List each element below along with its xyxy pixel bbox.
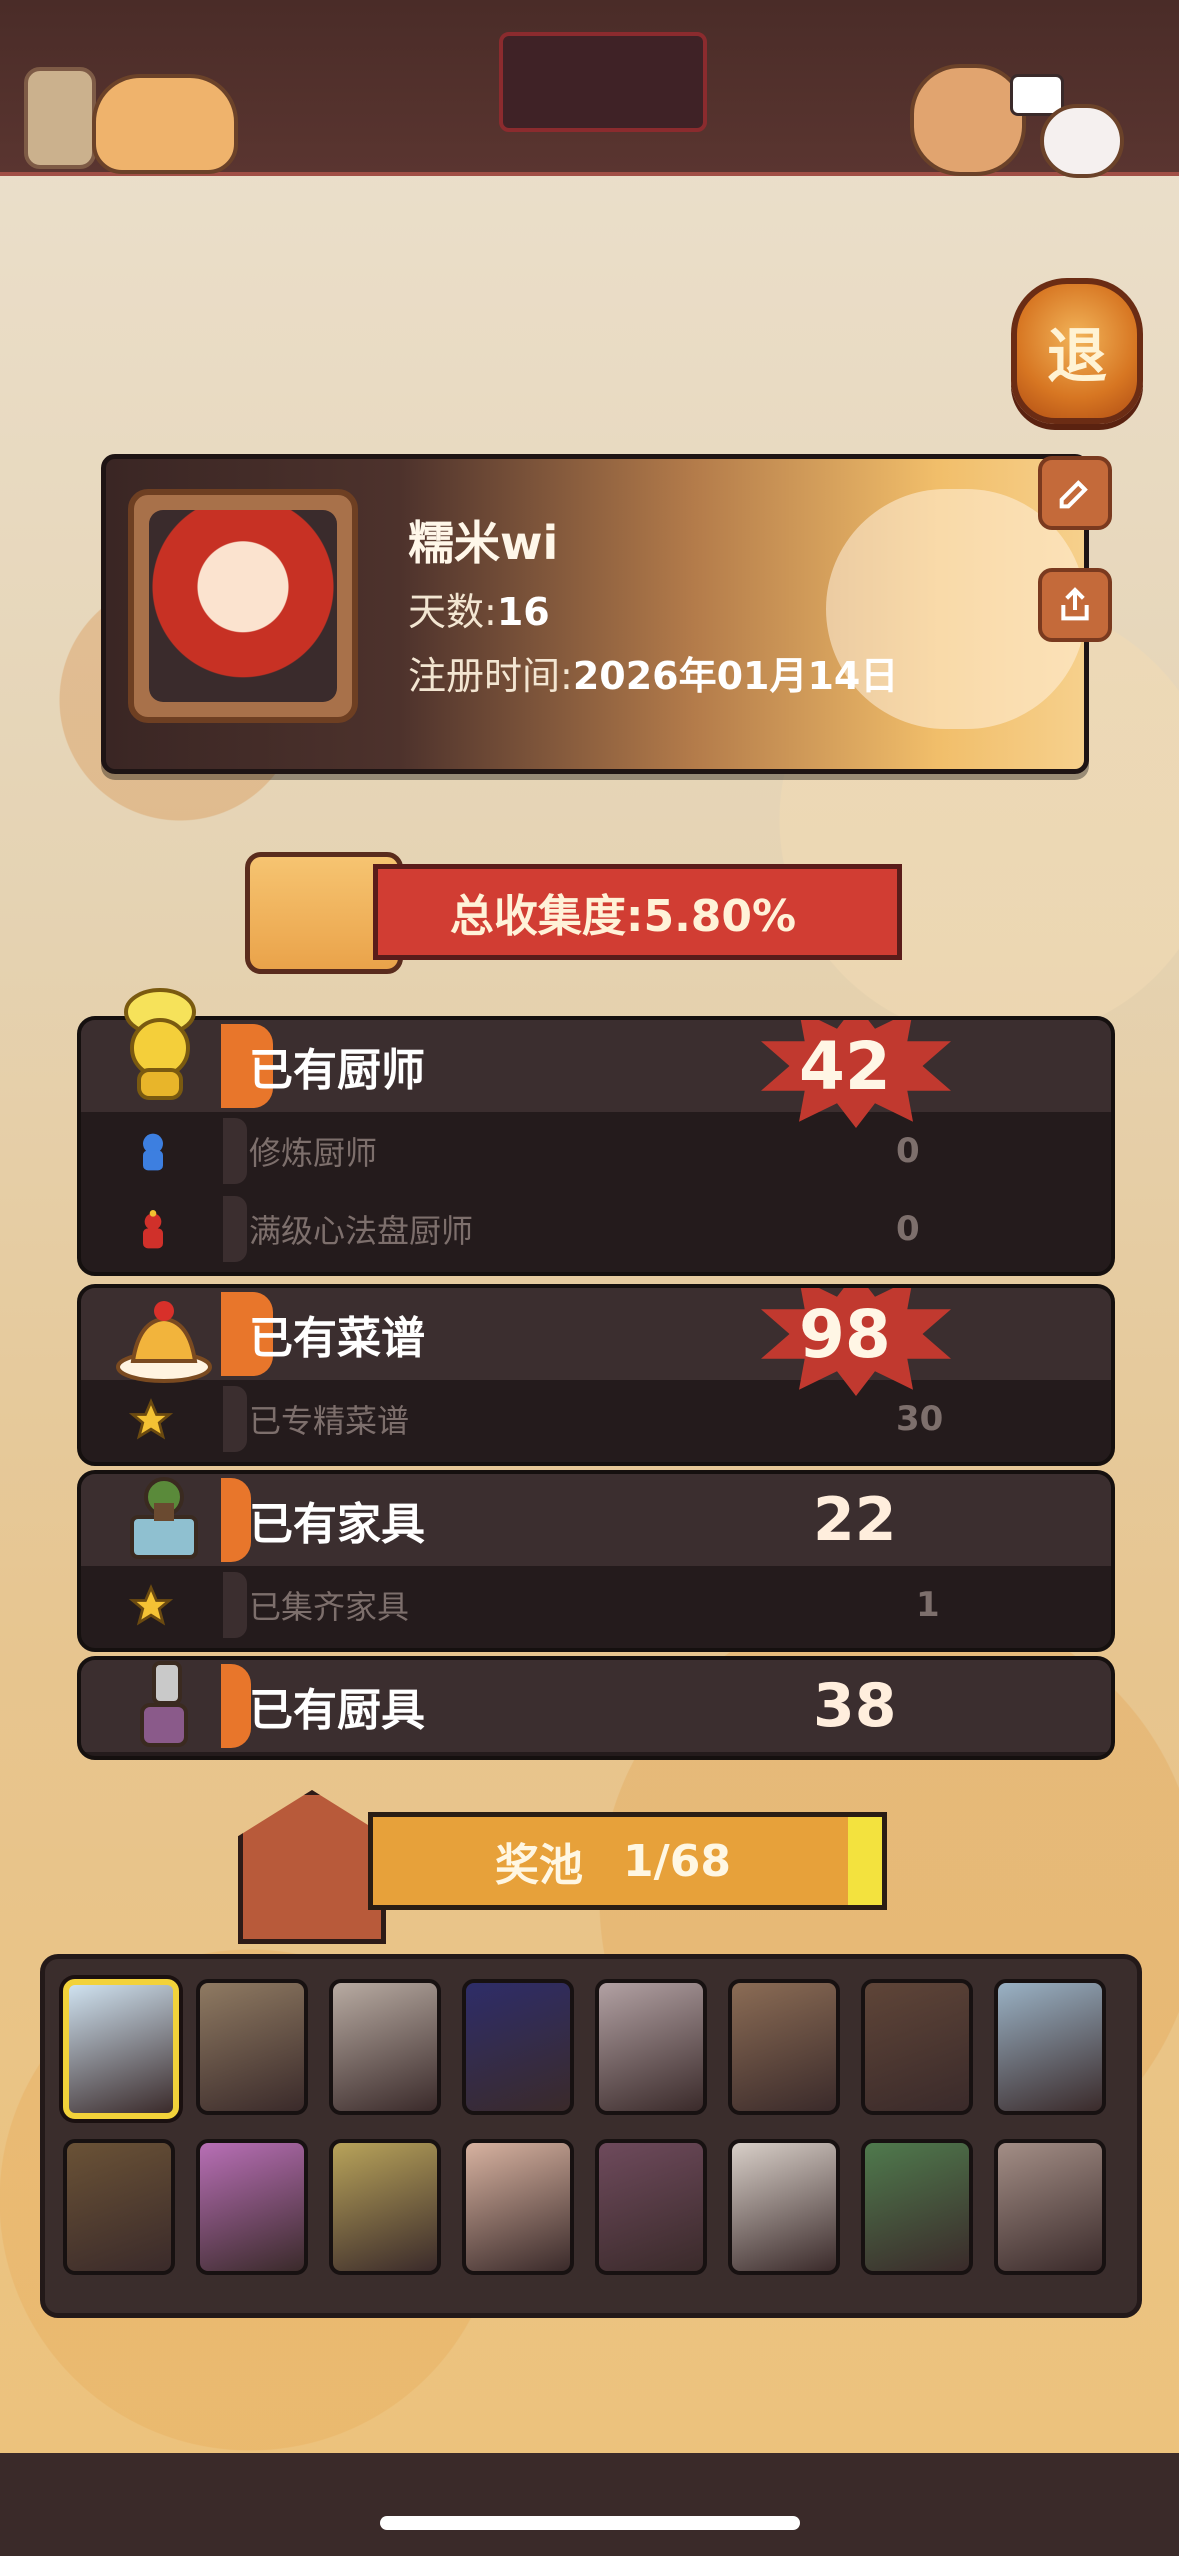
- prize-pool-card[interactable]: [462, 1979, 574, 2115]
- blue-figure-icon: [143, 1133, 163, 1171]
- recipes-count: 98: [799, 1295, 891, 1373]
- prize-pool-card[interactable]: [196, 2139, 308, 2275]
- completed-furniture-label: 已集齐家具: [249, 1588, 410, 1626]
- mastered-recipes-label: 已专精菜谱: [249, 1402, 410, 1440]
- completed-furniture-count: 1: [916, 1585, 940, 1625]
- hanging-sign-icon: [24, 67, 96, 169]
- chefs-count: 42: [799, 1027, 891, 1105]
- chefs-label: 已有厨师: [249, 1045, 425, 1096]
- maxed-chefs-row: 满级心法盘厨师 0: [81, 1190, 1111, 1268]
- prize-pool-card[interactable]: [728, 1979, 840, 2115]
- prize-pool-banner: 奖池 1/68: [238, 1790, 903, 1944]
- prize-pool-card[interactable]: [595, 1979, 707, 2115]
- prize-pool-card[interactable]: [595, 2139, 707, 2275]
- prize-pool-bar: 奖池 1/68: [368, 1812, 858, 1910]
- prize-pool-card[interactable]: [994, 1979, 1106, 2115]
- prize-pool-card[interactable]: [861, 2139, 973, 2275]
- avatar-image: [149, 510, 337, 702]
- golden-chef-icon: [100, 982, 220, 1102]
- chefs-stat-group[interactable]: 已有厨师 42 修炼厨师 0 满级心法盘厨师 0: [77, 1016, 1115, 1276]
- collection-rate: 总收集度:5.80%: [373, 864, 873, 960]
- row-accent: [223, 1118, 247, 1184]
- furniture-main-row: 已有家具 22: [81, 1474, 1111, 1566]
- register-date-row: 注册时间:2026年01月14日: [408, 645, 898, 700]
- furniture-count: 22: [813, 1485, 897, 1555]
- maxed-chefs-label: 满级心法盘厨师: [249, 1212, 474, 1250]
- utensils-main-row: 已有厨具 38: [81, 1660, 1111, 1752]
- profile-card: 糯米wi 天数:16 注册时间:2026年01月14日: [101, 454, 1089, 774]
- recipes-stat-group[interactable]: 已有菜谱 98 已专精菜谱 30: [77, 1284, 1115, 1466]
- collection-banner: 总收集度:5.80%: [245, 846, 910, 974]
- recipes-main-row: 已有菜谱 98: [81, 1288, 1111, 1396]
- home-indicator[interactable]: [380, 2516, 800, 2530]
- recipes-label: 已有菜谱: [249, 1313, 425, 1364]
- row-accent: [223, 1196, 247, 1262]
- maxed-chefs-count: 0: [896, 1209, 920, 1249]
- center-banner-icon: [499, 32, 707, 132]
- completed-furniture-row: 已集齐家具 1: [81, 1566, 1111, 1644]
- cultivated-chefs-count: 0: [896, 1131, 920, 1171]
- mastered-recipes-row: 已专精菜谱 30: [81, 1380, 1111, 1458]
- edit-profile-button[interactable]: [1038, 456, 1112, 530]
- utensils-count: 38: [813, 1671, 897, 1741]
- prize-pool-count: 1/68: [623, 1835, 731, 1887]
- top-decor-bar: [0, 0, 1179, 178]
- chef-character-icon: [910, 64, 1026, 176]
- furniture-stat-group[interactable]: 已有家具 22 已集齐家具 1: [77, 1470, 1115, 1652]
- bottom-bar: [0, 2453, 1179, 2556]
- prize-pool-card[interactable]: [728, 2139, 840, 2275]
- prize-pool-card[interactable]: [63, 2139, 175, 2275]
- days-row: 天数:16: [408, 581, 550, 636]
- star-icon: [129, 1584, 173, 1626]
- row-accent: [221, 1664, 251, 1748]
- bonsai-table-icon: [104, 1462, 224, 1582]
- pagoda-board-icon: [238, 1790, 386, 1944]
- register-value: 2026年01月14日: [572, 654, 899, 698]
- prize-pool-card[interactable]: [329, 1979, 441, 2115]
- orange-cat-icon: [92, 74, 238, 174]
- prize-pool-card[interactable]: [861, 1979, 973, 2115]
- chefs-main-row: 已有厨师 42: [81, 1020, 1111, 1128]
- prize-pool-card[interactable]: [63, 1979, 179, 2119]
- banner-tail: [848, 1812, 887, 1910]
- furniture-label: 已有家具: [249, 1499, 425, 1550]
- exit-button[interactable]: 退: [1011, 278, 1143, 424]
- share-icon: [1061, 587, 1089, 621]
- edit-icon: [1059, 480, 1088, 509]
- banner-tail: [863, 864, 902, 960]
- star-icon: [129, 1398, 173, 1440]
- days-label: 天数:: [408, 590, 497, 634]
- mastered-recipes-count: 30: [896, 1399, 944, 1439]
- prize-pool-card[interactable]: [196, 1979, 308, 2115]
- utensils-label: 已有厨具: [249, 1685, 425, 1736]
- register-label: 注册时间:: [408, 654, 573, 698]
- cultivated-chefs-label: 修炼厨师: [249, 1134, 378, 1172]
- white-cat-icon: [1040, 104, 1124, 178]
- share-button[interactable]: [1038, 568, 1112, 642]
- cultivated-chefs-row: 修炼厨师 0: [81, 1112, 1111, 1190]
- prize-pool-label: 奖池: [495, 1840, 584, 1891]
- prize-pool-card[interactable]: [994, 2139, 1106, 2275]
- prize-pool-card[interactable]: [329, 2139, 441, 2275]
- row-accent: [223, 1386, 247, 1452]
- prize-pool-grid: [40, 1954, 1142, 2318]
- row-accent: [221, 1478, 251, 1562]
- pudding-icon: [104, 1276, 224, 1396]
- days-value: 16: [496, 590, 550, 634]
- prize-pool-card[interactable]: [462, 2139, 574, 2275]
- avatar[interactable]: [128, 489, 358, 723]
- red-figure-icon: [143, 1210, 163, 1249]
- utensils-stat-group[interactable]: 已有厨具 38: [77, 1656, 1115, 1760]
- player-name: 糯米wi: [408, 516, 559, 570]
- row-accent: [223, 1572, 247, 1638]
- cooking-pot-icon: [104, 1644, 224, 1764]
